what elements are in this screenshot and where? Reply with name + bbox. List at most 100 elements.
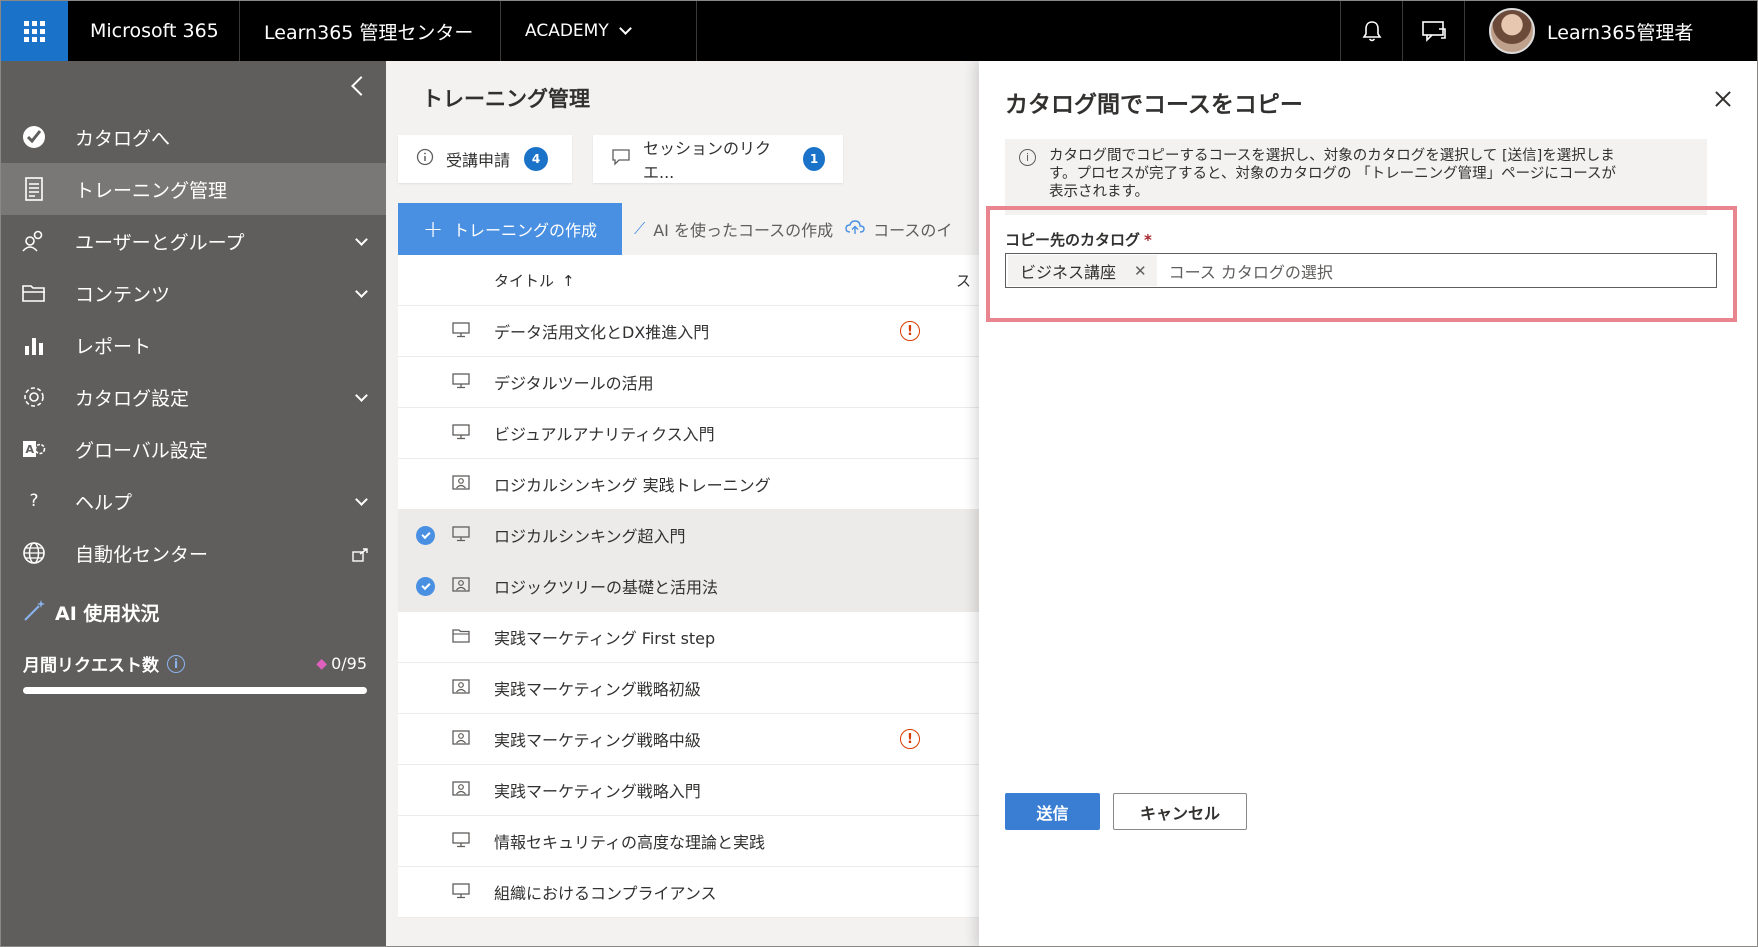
checkmark-icon[interactable] (416, 576, 435, 596)
bell-icon (1362, 21, 1381, 42)
sidebar-item-label: グローバル設定 (75, 439, 208, 462)
chevron-down-icon (355, 233, 368, 246)
submit-button[interactable]: 送信 (1005, 793, 1100, 830)
info-icon (416, 148, 434, 170)
chevron-left-icon (351, 76, 371, 96)
count-badge: 1 (803, 147, 825, 171)
sidebar-item-label: レポート (75, 335, 152, 358)
chart-icon (21, 332, 47, 358)
course-title[interactable]: ビジュアルアナリティクス入門 (494, 421, 715, 445)
message-line: 表示されます。 (1049, 184, 1150, 200)
tenant-selector[interactable]: ACADEMY (501, 1, 697, 61)
copy-course-panel: カタログ間でコースをコピー i カタログ間でコピーするコースを選択し、対象のカタ… (979, 61, 1757, 946)
monitor-icon (452, 322, 470, 342)
table-header: タイトル ↑ ス (398, 255, 979, 306)
info-icon[interactable]: i (167, 654, 185, 673)
course-title[interactable]: デジタルツールの活用 (494, 370, 654, 394)
remove-chip-icon[interactable]: ✕ (1134, 262, 1147, 280)
course-title[interactable]: 実践マーケティング戦略入門 (494, 778, 701, 802)
column-header-status[interactable]: ス (956, 270, 971, 291)
course-title[interactable]: 情報セキュリティの高度な理論と実践 (494, 829, 765, 853)
table-row[interactable]: 実践マーケティング戦略入門 (398, 765, 979, 816)
table-body: データ活用文化とDX推進入門! デジタルツールの活用 ビジュアルアナリティクス入門ロ… (398, 306, 979, 918)
sidebar-item-catalog-settings[interactable]: カタログ設定 (1, 371, 386, 423)
sidebar-item-reports[interactable]: レポート (1, 319, 386, 371)
course-title[interactable]: ロジカルシンキング超入門 (494, 523, 686, 547)
course-title[interactable]: データ活用文化とDX推進入門 (494, 319, 709, 343)
create-training-button[interactable]: + トレーニングの作成 (398, 203, 622, 255)
enrollment-requests-card[interactable]: 受講申請 4 (398, 135, 572, 183)
table-row[interactable]: 実践マーケティング戦略中級! (398, 714, 979, 765)
table-row[interactable]: ロジカルシンキング超入門 (398, 510, 979, 561)
table-row[interactable]: 実践マーケティング First step (398, 612, 979, 663)
gear-icon (21, 384, 47, 410)
course-title[interactable]: ロジカルシンキング 実践トレーニング (494, 472, 771, 496)
user-name: Learn365管理者 (1547, 21, 1694, 44)
import-course-button[interactable]: コースのイ (845, 217, 952, 241)
course-title[interactable]: ロジックツリーの基礎と活用法 (494, 574, 718, 598)
table-row[interactable]: ビジュアルアナリティクス入門 (398, 408, 979, 459)
sidebar-item-label: ユーザーとグループ (75, 231, 245, 254)
cancel-button[interactable]: キャンセル (1113, 793, 1247, 830)
monthly-requests-count: ◆ 0/95 (316, 654, 367, 673)
sidebar-item-label: カタログへ (75, 127, 171, 150)
table-row[interactable]: データ活用文化とDX推進入門! (398, 306, 979, 357)
admin-center-link[interactable]: Learn365 管理センター (240, 1, 501, 61)
classroom-icon (452, 679, 470, 699)
catalog-icon (21, 124, 47, 150)
notifications-button[interactable] (1341, 1, 1403, 61)
table-row[interactable]: デジタルツールの活用 (398, 357, 979, 408)
feedback-button[interactable] (1403, 1, 1465, 61)
folder-icon (21, 280, 47, 306)
classroom-icon (452, 730, 470, 750)
close-icon[interactable] (1713, 89, 1733, 109)
sidebar-item-global-settings[interactable]: A グローバル設定 (1, 423, 386, 475)
table-row[interactable]: 情報セキュリティの高度な理論と実践 (398, 816, 979, 867)
microsoft-365-link[interactable]: Microsoft 365 (68, 1, 240, 61)
sidebar-item-content[interactable]: コンテンツ (1, 267, 386, 319)
catalog-picker-input[interactable]: コース カタログの選択 (1169, 259, 1333, 283)
cloud-upload-icon (845, 219, 865, 239)
classroom-icon (452, 475, 470, 495)
table-row[interactable]: 実践マーケティング戦略初級 (398, 663, 979, 714)
info-message-bar: i カタログ間でコピーするコースを選択し、対象のカタログを選択して [送信]を選… (1005, 139, 1707, 215)
chevron-down-icon (355, 285, 368, 298)
tenant-label: ACADEMY (525, 21, 609, 41)
card-label: セッションのリクエ... (643, 139, 772, 182)
course-title[interactable]: 実践マーケティング戦略中級 (494, 727, 701, 751)
classroom-icon (452, 577, 470, 597)
course-title[interactable]: 組織におけるコンプライアンス (494, 880, 717, 904)
table-row[interactable]: 組織におけるコンプライアンス (398, 867, 979, 918)
sidebar-item-catalog[interactable]: カタログへ (1, 111, 386, 163)
chevron-down-icon (618, 22, 632, 35)
monitor-icon (452, 526, 470, 546)
sidebar-item-help[interactable]: ? ヘルプ (1, 475, 386, 527)
sidebar: カタログへ トレーニング管理 ユーザーとグループ コンテンツ レポート カタログ… (1, 61, 386, 946)
sidebar-item-users-groups[interactable]: ユーザーとグループ (1, 215, 386, 267)
ai-create-course-button[interactable]: ⟋ AI を使ったコースの作成 (634, 217, 833, 241)
user-menu[interactable]: Learn365管理者 (1465, 1, 1757, 61)
column-header-title[interactable]: タイトル ↑ (494, 270, 575, 291)
table-row[interactable]: ロジックツリーの基礎と活用法 (398, 561, 979, 612)
magic-wand-icon (23, 598, 47, 627)
message-line: カタログ間でコピーするコースを選択し、対象のカタログを選択して [送信]を選択し… (1049, 148, 1615, 164)
globe-icon (21, 540, 47, 566)
page-title: トレーニング管理 (422, 87, 590, 111)
checkmark-icon[interactable] (416, 525, 435, 545)
monthly-requests-label: 月間リクエスト数 (23, 656, 159, 676)
sidebar-item-training[interactable]: トレーニング管理 (1, 163, 386, 215)
course-title[interactable]: 実践マーケティング戦略初級 (494, 676, 701, 700)
selected-catalog-chip: ビジネス講座 ✕ (1008, 255, 1157, 286)
info-icon: i (1019, 149, 1036, 166)
collapse-sidebar-button[interactable] (348, 73, 371, 99)
table-row[interactable]: ロジカルシンキング 実践トレーニング (398, 459, 979, 510)
sidebar-item-automation-center[interactable]: 自動化センター (1, 527, 386, 579)
app-launcher-button[interactable] (1, 1, 68, 61)
session-requests-card[interactable]: セッションのリクエ... 1 (593, 135, 843, 183)
command-bar: + トレーニングの作成 ⟋ AI を使ったコースの作成 コースのイ (398, 203, 979, 255)
warning-icon: ! (900, 729, 920, 749)
count-badge: 4 (524, 147, 549, 171)
catalog-picker[interactable]: ビジネス講座 ✕ コース カタログの選択 (1005, 253, 1717, 288)
chat-icon (611, 148, 631, 170)
course-title[interactable]: 実践マーケティング First step (494, 625, 715, 649)
